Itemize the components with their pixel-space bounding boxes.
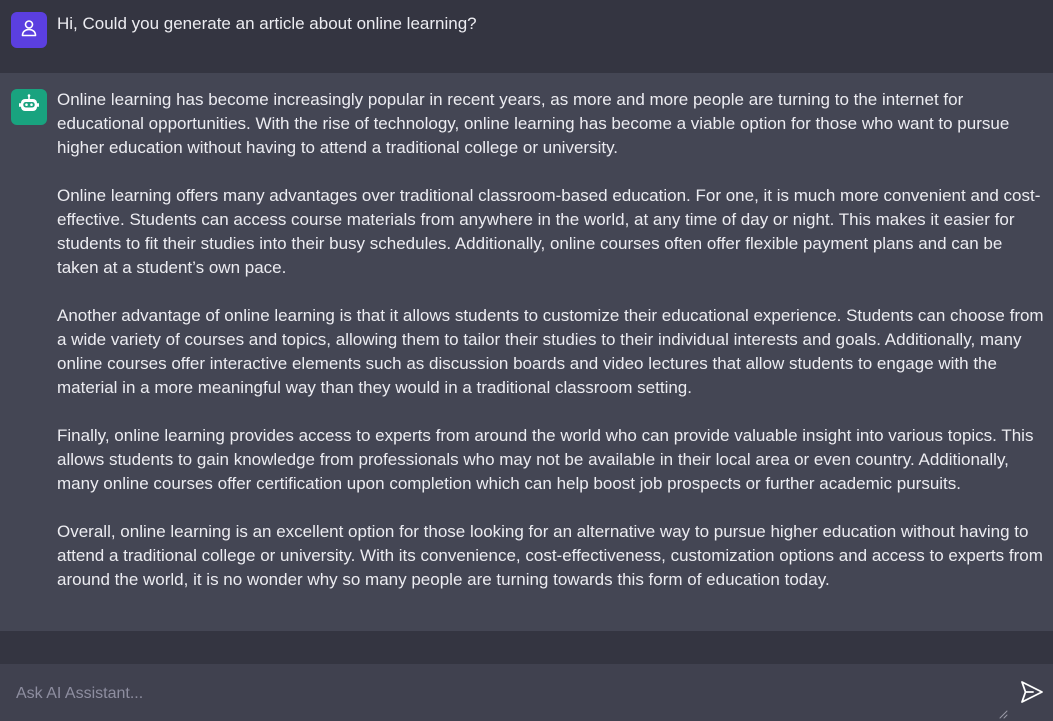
resize-grip-icon[interactable] — [998, 706, 1008, 719]
article-paragraph: Overall, online learning is an excellent… — [57, 522, 1043, 589]
assistant-avatar — [11, 89, 47, 125]
assistant-message: Online learning has become increasingly … — [0, 73, 1053, 631]
user-avatar — [11, 12, 47, 48]
user-message: Hi, Could you generate an article about … — [0, 0, 1053, 73]
user-icon — [19, 18, 39, 43]
message-spacer — [0, 631, 1053, 664]
user-message-text: Hi, Could you generate an article about … — [57, 14, 477, 33]
chat-app: Hi, Could you generate an article about … — [0, 0, 1053, 721]
assistant-message-text: Online learning has become increasingly … — [57, 88, 1045, 592]
send-button[interactable] — [1017, 679, 1047, 709]
article-paragraph: Online learning has become increasingly … — [57, 90, 1010, 157]
send-icon — [1019, 679, 1045, 710]
article-paragraph: Online learning offers many advantages o… — [57, 186, 1041, 277]
robot-icon — [17, 93, 41, 122]
article-paragraph: Finally, online learning provides access… — [57, 426, 1034, 493]
message-input[interactable] — [16, 664, 1006, 721]
composer-bar — [0, 664, 1053, 721]
article-paragraph: Another advantage of online learning is … — [57, 306, 1044, 397]
